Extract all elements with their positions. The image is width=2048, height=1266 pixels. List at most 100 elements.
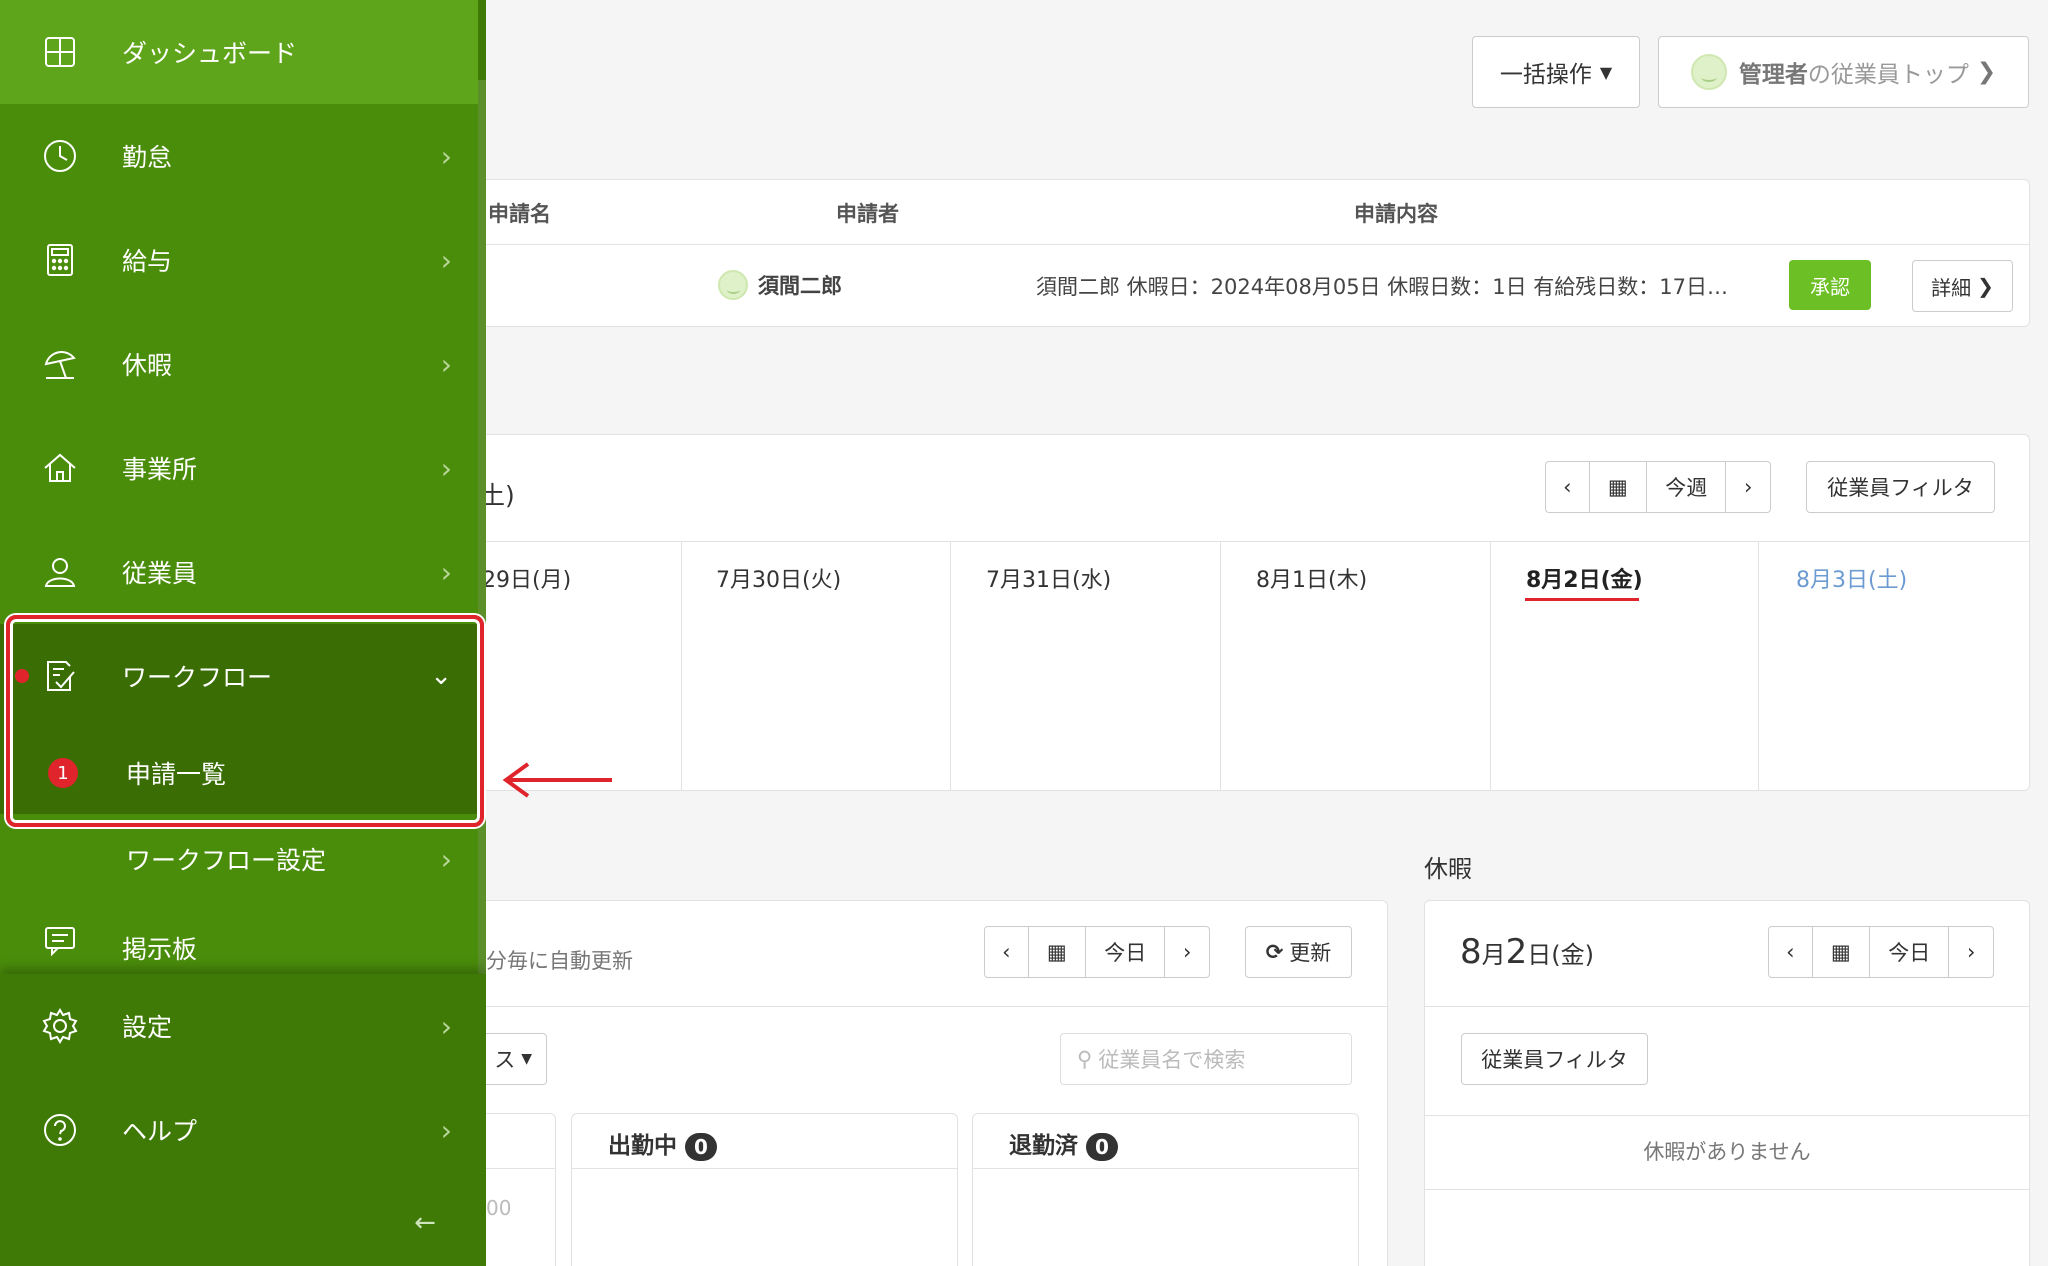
sidebar-item-employees[interactable]: 従業員 › xyxy=(0,520,478,624)
sidebar-item-label: 掲示板 xyxy=(122,930,197,966)
gear-icon xyxy=(40,1006,80,1046)
chevron-right-icon: ❯ xyxy=(1977,274,1994,298)
sidebar-item-attendance[interactable]: 勤怠 › xyxy=(0,104,478,208)
weekly-calendar-card xyxy=(470,434,2030,791)
day-label: 7月30日(火) xyxy=(716,562,841,594)
status-dropdown-label: ス xyxy=(494,1044,515,1074)
chevron-right-icon: ❯ xyxy=(1977,59,1996,85)
admin-top-label: の従業員トップ xyxy=(1808,55,1969,89)
time-fragment: 00 xyxy=(486,1196,511,1220)
employee-search-input[interactable]: ⚲ 従業員名で検索 xyxy=(1060,1033,1352,1085)
leave-section-title: 休暇 xyxy=(1424,849,1472,884)
refresh-icon: ⟳ xyxy=(1266,940,1284,964)
prev-day-button[interactable]: ‹ xyxy=(985,927,1029,977)
sidebar-item-settings[interactable]: 設定 › xyxy=(0,974,478,1078)
sidebar-item-label: 従業員 xyxy=(122,554,197,590)
working-label: 出勤中 xyxy=(608,1133,677,1159)
chevron-right-icon: › xyxy=(441,1010,452,1043)
sidebar-item-workflow-settings[interactable]: ワークフロー設定 › xyxy=(0,814,478,904)
message-icon xyxy=(40,920,80,960)
beach-umbrella-icon xyxy=(40,344,80,384)
week-navigator: ‹ ▦ 今週 › xyxy=(1545,461,1771,513)
day-navigator: ‹ ▦ 今日 › xyxy=(984,926,1210,978)
today-button[interactable]: 今日 xyxy=(1086,927,1165,977)
highlight-box xyxy=(6,615,484,827)
chevron-right-icon: › xyxy=(441,556,452,589)
col-applicant: 申請者 xyxy=(836,198,899,228)
sidebar-item-label: 給与 xyxy=(122,242,172,278)
today-button[interactable]: 今日 xyxy=(1870,927,1949,977)
calculator-icon xyxy=(40,240,80,280)
chevron-right-icon: › xyxy=(441,348,452,381)
next-day-button[interactable]: › xyxy=(1165,927,1209,977)
leave-date: 8月2日(金) xyxy=(1460,932,1594,972)
col-request-name: 申請名 xyxy=(488,198,551,228)
calendar-icon[interactable]: ▦ xyxy=(1029,927,1086,977)
calendar-icon[interactable]: ▦ xyxy=(1590,462,1647,512)
prev-day-button[interactable]: ‹ xyxy=(1769,927,1813,977)
col-content: 申請内容 xyxy=(1354,198,1438,228)
sidebar-item-label: ヘルプ xyxy=(122,1112,197,1148)
leave-empty-message: 休暇がありません xyxy=(1424,1136,2030,1166)
sidebar-item-dashboard[interactable]: ダッシュボード xyxy=(0,0,478,104)
day-label: 7月31日(水) xyxy=(986,562,1111,594)
this-week-button[interactable]: 今週 xyxy=(1647,462,1726,512)
chevron-right-icon: › xyxy=(441,1114,452,1147)
sidebar: ダッシュボード 勤怠 › 給与 › 休暇 › 事業所 › 従業員 › ワークフロ… xyxy=(0,0,486,1266)
sidebar-bottom: 設定 › ヘルプ › ← xyxy=(0,974,486,1266)
working-column: 出勤中0 xyxy=(571,1113,958,1266)
search-placeholder: 従業員名で検索 xyxy=(1098,1044,1245,1074)
bulk-actions-button[interactable]: 一括操作 ▼ xyxy=(1472,36,1640,108)
next-week-button[interactable]: › xyxy=(1726,462,1770,512)
sidebar-item-board[interactable]: 掲示板 xyxy=(0,904,478,974)
bulk-actions-label: 一括操作 xyxy=(1500,55,1592,89)
day-label: 29日(月) xyxy=(482,562,571,594)
annotation-arrow-left-icon xyxy=(500,760,620,800)
sidebar-item-help[interactable]: ヘルプ › xyxy=(0,1078,478,1182)
left-label: 退勤済 xyxy=(1009,1133,1078,1159)
help-icon xyxy=(40,1110,80,1150)
sidebar-item-label: 休暇 xyxy=(122,346,172,382)
leave-employee-filter-button[interactable]: 従業員フィルタ xyxy=(1461,1033,1648,1085)
chevron-right-icon: › xyxy=(441,244,452,277)
next-day-button[interactable]: › xyxy=(1949,927,1993,977)
sidebar-item-office[interactable]: 事業所 › xyxy=(0,416,478,520)
sidebar-item-label: ダッシュボード xyxy=(122,34,297,70)
today-underline xyxy=(1525,598,1639,601)
collapse-sidebar-button[interactable]: ← xyxy=(410,1208,440,1238)
dashboard-icon xyxy=(40,32,80,72)
sidebar-item-leave[interactable]: 休暇 › xyxy=(0,312,478,416)
auto-update-label: 分毎に自動更新 xyxy=(486,945,633,975)
chevron-right-icon: › xyxy=(441,140,452,173)
admin-employee-top-button[interactable]: 管理者 の従業員トップ ❯ xyxy=(1658,36,2029,108)
applicant-name: 須間二郎 xyxy=(758,270,842,300)
sidebar-item-payroll[interactable]: 給与 › xyxy=(0,208,478,312)
sidebar-item-label: 設定 xyxy=(122,1008,172,1044)
day-label-saturday: 8月3日(土) xyxy=(1796,562,1907,594)
leave-day-navigator: ‹ ▦ 今日 › xyxy=(1768,926,1994,978)
day-label-today: 8月2日(金) xyxy=(1526,562,1643,594)
detail-label: 詳細 xyxy=(1931,272,1971,301)
applicant-cell: 須間二郎 xyxy=(718,270,842,300)
clock-icon xyxy=(40,136,80,176)
refresh-label: 更新 xyxy=(1289,937,1331,967)
week-employee-filter-button[interactable]: 従業員フィルタ xyxy=(1806,461,1995,513)
search-icon: ⚲ xyxy=(1077,1047,1092,1071)
approve-button[interactable]: 承認 xyxy=(1789,260,1871,310)
user-icon xyxy=(40,552,80,592)
left-count-badge: 0 xyxy=(1086,1133,1118,1161)
calendar-icon[interactable]: ▦ xyxy=(1813,927,1870,977)
chevron-right-icon: › xyxy=(441,843,452,876)
avatar xyxy=(718,270,748,300)
arrow-left-icon: ← xyxy=(414,1208,436,1238)
sidebar-item-label: 勤怠 xyxy=(122,138,172,174)
caret-down-icon: ▼ xyxy=(521,1051,532,1067)
caret-down-icon: ▼ xyxy=(1600,63,1612,82)
prev-week-button[interactable]: ‹ xyxy=(1546,462,1590,512)
left-column: 退勤済 0 xyxy=(972,1113,1359,1266)
admin-label: 管理者 xyxy=(1739,55,1808,89)
detail-button[interactable]: 詳細 ❯ xyxy=(1912,260,2013,312)
day-label: 8月1日(木) xyxy=(1256,562,1367,594)
sidebar-item-label: ワークフロー設定 xyxy=(126,841,326,877)
refresh-button[interactable]: ⟳ 更新 xyxy=(1245,926,1352,978)
